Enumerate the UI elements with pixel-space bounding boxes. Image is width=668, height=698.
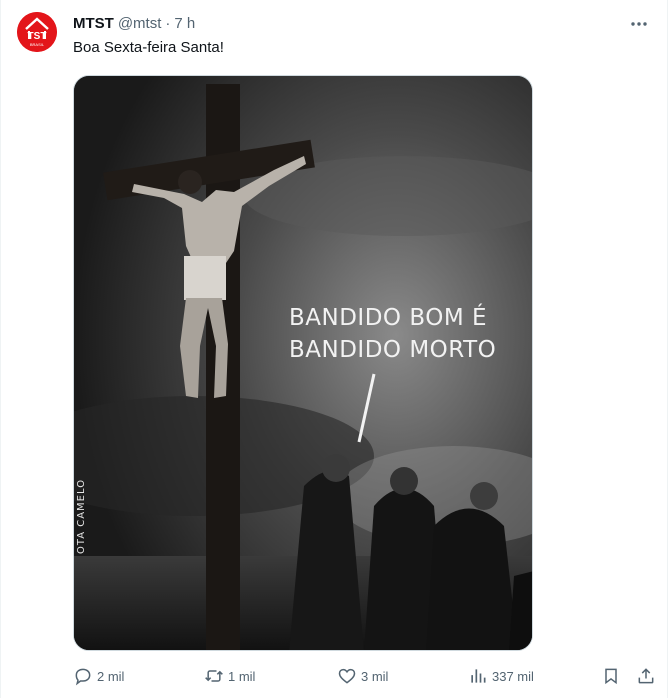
share-button[interactable]: [636, 666, 660, 686]
reply-count: 2 mil: [97, 668, 125, 684]
speech-caption: BANDIDO BOM É BANDIDO MORTO: [289, 302, 519, 366]
like-count: 3 mil: [361, 668, 389, 684]
avatar[interactable]: TST BRASIL: [17, 12, 57, 52]
like-button[interactable]: 3 mil: [337, 666, 388, 686]
timestamp[interactable]: 7 h: [174, 14, 195, 34]
author-name[interactable]: MTST: [73, 14, 114, 34]
speech-line-2: BANDIDO MORTO: [289, 337, 497, 363]
tweet-image[interactable]: BANDIDO BOM É BANDIDO MORTO OTA CAMELO: [73, 75, 533, 651]
repost-icon: [205, 670, 223, 682]
tweet-header: MTST @mtst · 7 h: [73, 13, 651, 35]
more-options-button[interactable]: [627, 12, 651, 36]
views-button[interactable]: 337 mil: [468, 666, 534, 686]
avatar-logo-subtext: BRASIL: [30, 42, 45, 47]
action-bar: 2 mil 1 mil 3 mil 337 mil: [73, 664, 654, 688]
separator: ·: [165, 15, 171, 32]
repost-count: 1 mil: [228, 668, 256, 684]
bookmark-button[interactable]: [601, 666, 625, 686]
reply-icon: [75, 668, 91, 686]
artist-signature: OTA CAMELO: [76, 478, 87, 554]
reply-button[interactable]: 2 mil: [73, 666, 124, 686]
views-count: 337 mil: [492, 668, 534, 684]
views-icon: [471, 669, 486, 683]
heart-icon: [338, 668, 356, 684]
speech-line-1: BANDIDO BOM É: [289, 305, 488, 331]
tweet-text: Boa Sexta-feira Santa!: [73, 39, 224, 56]
author-handle[interactable]: @mtst: [118, 14, 162, 34]
mtst-logo: TST BRASIL: [17, 12, 57, 52]
tweet: TST BRASIL MTST @mtst · 7 h Boa Sexta-fe…: [0, 0, 668, 698]
bookmark-icon: [605, 668, 617, 685]
share-icon: [638, 668, 654, 684]
more-icon: [631, 22, 647, 26]
repost-button[interactable]: 1 mil: [204, 666, 255, 686]
avatar-logo-text: TST: [28, 31, 47, 42]
